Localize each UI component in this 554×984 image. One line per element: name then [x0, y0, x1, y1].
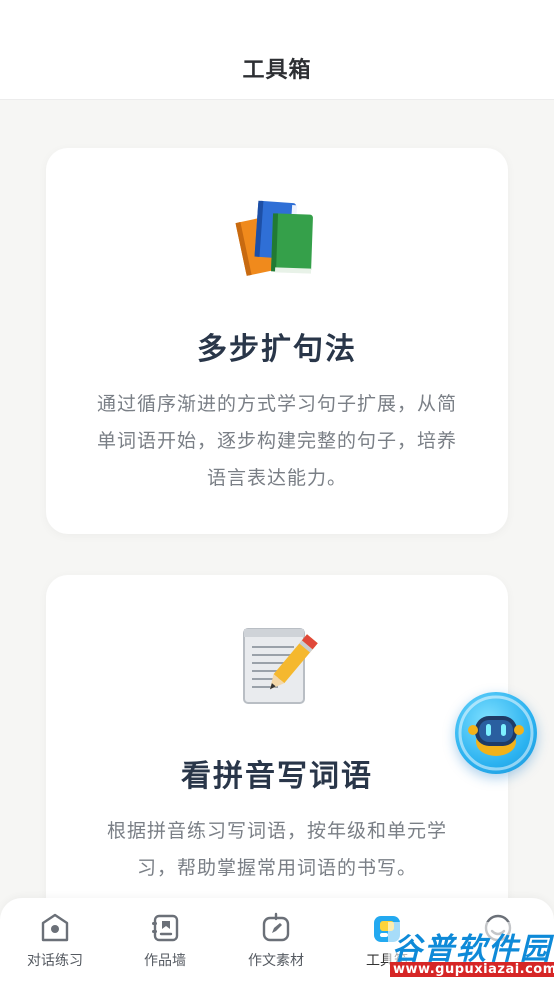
robot-assistant-icon	[458, 695, 534, 771]
card-title: 看拼音写词语	[181, 759, 373, 794]
tab-works-wall[interactable]: 作品墙	[110, 912, 220, 976]
card-description-line: 语言表达能力。	[206, 467, 347, 489]
card-description-line: 通过循序渐进的方式学习句子扩展，从简	[96, 393, 457, 415]
assistant-float-button[interactable]	[455, 692, 537, 774]
tab-writing-material[interactable]: 作文素材	[221, 912, 331, 976]
works-wall-icon	[152, 914, 179, 942]
watermark-url: www.gupuxiazai.com	[390, 962, 554, 977]
notepad-pencil-icon	[243, 628, 318, 704]
card-description-line: 习，帮助掌握常用词语的书写。	[136, 857, 417, 879]
tab-label: 作文素材	[248, 953, 304, 969]
page-title: 工具箱	[242, 58, 312, 83]
tab-label: 作品墙	[144, 953, 186, 969]
books-icon	[235, 200, 313, 276]
tab-label: 对话练习	[27, 953, 83, 969]
card-title: 多步扩句法	[197, 332, 357, 367]
tab-chat-practice[interactable]: 对话练习	[0, 912, 110, 976]
writing-material-icon	[262, 912, 290, 942]
chat-practice-icon	[41, 913, 69, 942]
app-header: 工具箱	[0, 0, 554, 100]
card-description-line: 单词语开始，逐步构建完整的句子，培养	[96, 430, 457, 452]
site-watermark: 谷普软件园 www.gupuxiazai.com	[388, 922, 554, 984]
tool-card-sentence-expansion[interactable]: 多步扩句法 通过循序渐进的方式学习句子扩展，从简 单词语开始，逐步构建完整的句子…	[46, 148, 508, 534]
card-description: 通过循序渐进的方式学习句子扩展，从简 单词语开始，逐步构建完整的句子，培养 语言…	[86, 386, 468, 497]
card-description-line: 根据拼音练习写词语，按年级和单元学	[106, 820, 447, 842]
card-description: 根据拼音练习写词语，按年级和单元学 习，帮助掌握常用词语的书写。	[86, 813, 468, 887]
